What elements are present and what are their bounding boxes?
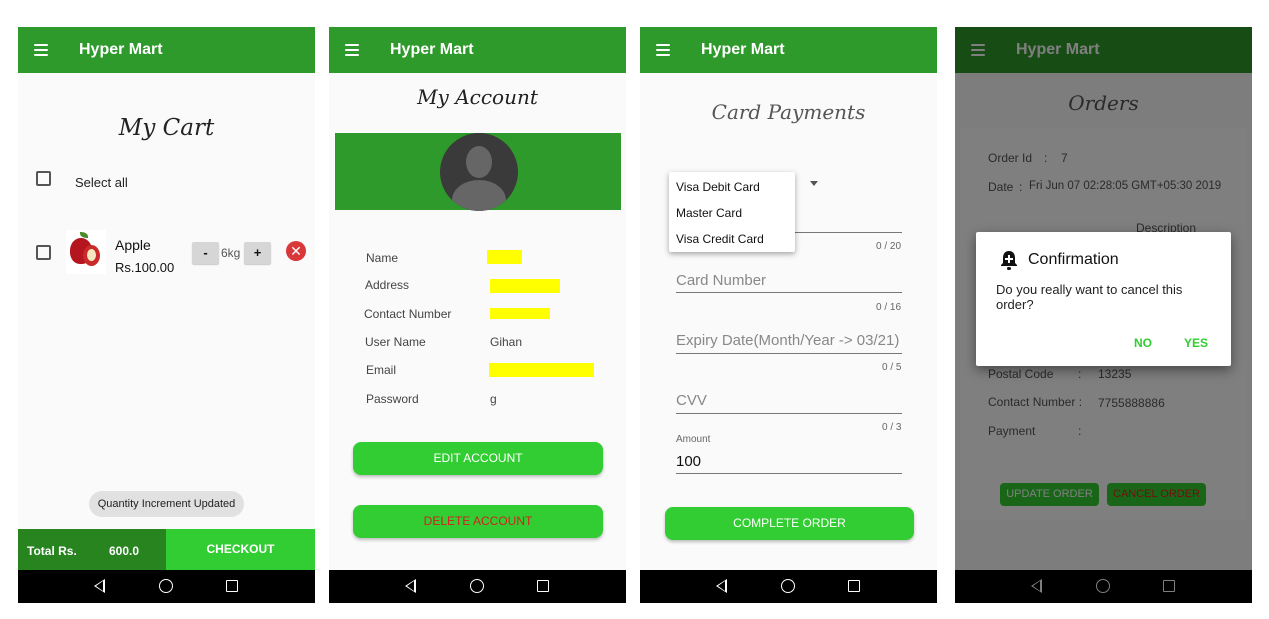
dialog-title: Confirmation <box>1028 251 1119 268</box>
select-all-checkbox[interactable] <box>36 171 51 186</box>
total-label: Total Rs. <box>27 544 77 558</box>
redacted-contact <box>490 308 550 319</box>
card-number-input[interactable]: Card Number <box>676 272 766 289</box>
expiry-date-underline <box>676 353 902 354</box>
home-icon[interactable] <box>159 579 173 593</box>
confirmation-dialog: Confirmation Do you really want to cance… <box>976 232 1231 366</box>
cvv-counter: 0 / 3 <box>882 422 902 433</box>
dialog-yes-button[interactable]: YES <box>1184 336 1208 350</box>
app-title: Hyper Mart <box>390 41 474 58</box>
app-bar: Hyper Mart <box>329 27 626 73</box>
amount-input[interactable]: 100 <box>676 453 701 470</box>
field-label-username: User Name <box>365 335 426 349</box>
field-label-name: Name <box>366 251 399 265</box>
item-price: Rs.100.00 <box>115 260 175 275</box>
orders-screen: Hyper Mart Orders Order Id : 7 Date : Fr… <box>955 27 1252 603</box>
home-icon[interactable] <box>470 579 484 593</box>
dialog-message: Do you really want to cancel this order? <box>996 282 1183 312</box>
back-icon[interactable] <box>405 579 416 593</box>
apple-image <box>66 230 106 274</box>
redacted-name <box>487 250 522 264</box>
hamburger-menu-icon[interactable] <box>345 44 359 56</box>
back-icon[interactable] <box>94 579 105 593</box>
hamburger-menu-icon[interactable] <box>656 44 670 56</box>
recents-icon[interactable] <box>537 580 549 592</box>
item-checkbox[interactable] <box>36 245 51 260</box>
delete-account-button[interactable]: DELETE ACCOUNT <box>353 505 603 538</box>
page-title: My Cart <box>118 115 215 141</box>
field-label-password: Password <box>366 392 419 406</box>
dropdown-arrow-icon[interactable] <box>810 181 818 186</box>
app-title: Hyper Mart <box>79 41 163 58</box>
card-type-option[interactable]: Visa Credit Card <box>676 232 764 246</box>
payments-screen: Hyper Mart Card Payments 0 / 20 Visa Deb… <box>640 27 937 603</box>
hamburger-menu-icon[interactable] <box>34 44 48 56</box>
card-number-underline <box>676 292 902 293</box>
notification-add-icon <box>1001 251 1017 270</box>
field-label-email: Email <box>366 363 397 377</box>
system-nav-bar <box>640 570 937 603</box>
field-label-contact: Contact Number <box>364 307 452 321</box>
recents-icon[interactable] <box>848 580 860 592</box>
app-title: Hyper Mart <box>701 41 785 58</box>
complete-order-button[interactable]: COMPLETE ORDER <box>665 507 914 540</box>
cvv-underline <box>676 413 902 414</box>
back-icon[interactable] <box>716 579 727 593</box>
app-bar: Hyper Mart <box>18 27 315 73</box>
decrement-button[interactable]: - <box>192 242 219 264</box>
system-nav-bar <box>329 570 626 603</box>
cart-screen: Hyper Mart My Cart Select all Apple Rs.1… <box>18 27 315 603</box>
total-panel: Total Rs. 600.0 <box>18 529 166 570</box>
card-type-dropdown: Visa Debit Card Master Card Visa Credit … <box>669 172 795 252</box>
expiry-date-input[interactable]: Expiry Date(Month/Year -> 03/21) <box>676 332 899 349</box>
field-value-username: Gihan <box>490 335 523 349</box>
profile-banner <box>335 133 621 211</box>
page-title: My Account <box>417 85 538 109</box>
home-icon[interactable] <box>781 579 795 593</box>
card-type-option[interactable]: Master Card <box>676 206 742 220</box>
redacted-address <box>490 279 560 293</box>
toast-message: Quantity Increment Updated <box>89 491 244 517</box>
close-circle-icon[interactable]: ✕ <box>286 241 306 261</box>
total-bar: Total Rs. 600.0 CHECKOUT <box>18 529 315 570</box>
cvv-input[interactable]: CVV <box>676 392 707 409</box>
recents-icon[interactable] <box>226 580 238 592</box>
amount-label: Amount <box>676 434 711 445</box>
app-bar: Hyper Mart <box>640 27 937 73</box>
card-holder-counter: 0 / 20 <box>876 241 902 252</box>
increment-button[interactable]: + <box>244 242 271 264</box>
redacted-email <box>489 363 594 377</box>
account-screen: Hyper Mart My Account Name Address Conta… <box>329 27 626 603</box>
avatar-icon <box>440 133 518 211</box>
expiry-date-counter: 0 / 5 <box>882 362 902 373</box>
select-all-label: Select all <box>75 175 128 190</box>
page-title: Card Payments <box>711 100 866 124</box>
field-value-password: g <box>490 392 497 406</box>
total-value: 600.0 <box>109 544 140 558</box>
dialog-no-button[interactable]: NO <box>1134 336 1152 350</box>
card-type-option[interactable]: Visa Debit Card <box>676 180 760 194</box>
edit-account-button[interactable]: EDIT ACCOUNT <box>353 442 603 475</box>
item-quantity: 6kg <box>221 246 241 260</box>
field-label-address: Address <box>365 278 410 292</box>
amount-underline <box>676 473 902 474</box>
card-number-counter: 0 / 16 <box>876 302 902 313</box>
checkout-button[interactable]: CHECKOUT <box>166 529 315 570</box>
item-name: Apple <box>115 237 151 253</box>
system-nav-bar <box>18 570 315 603</box>
